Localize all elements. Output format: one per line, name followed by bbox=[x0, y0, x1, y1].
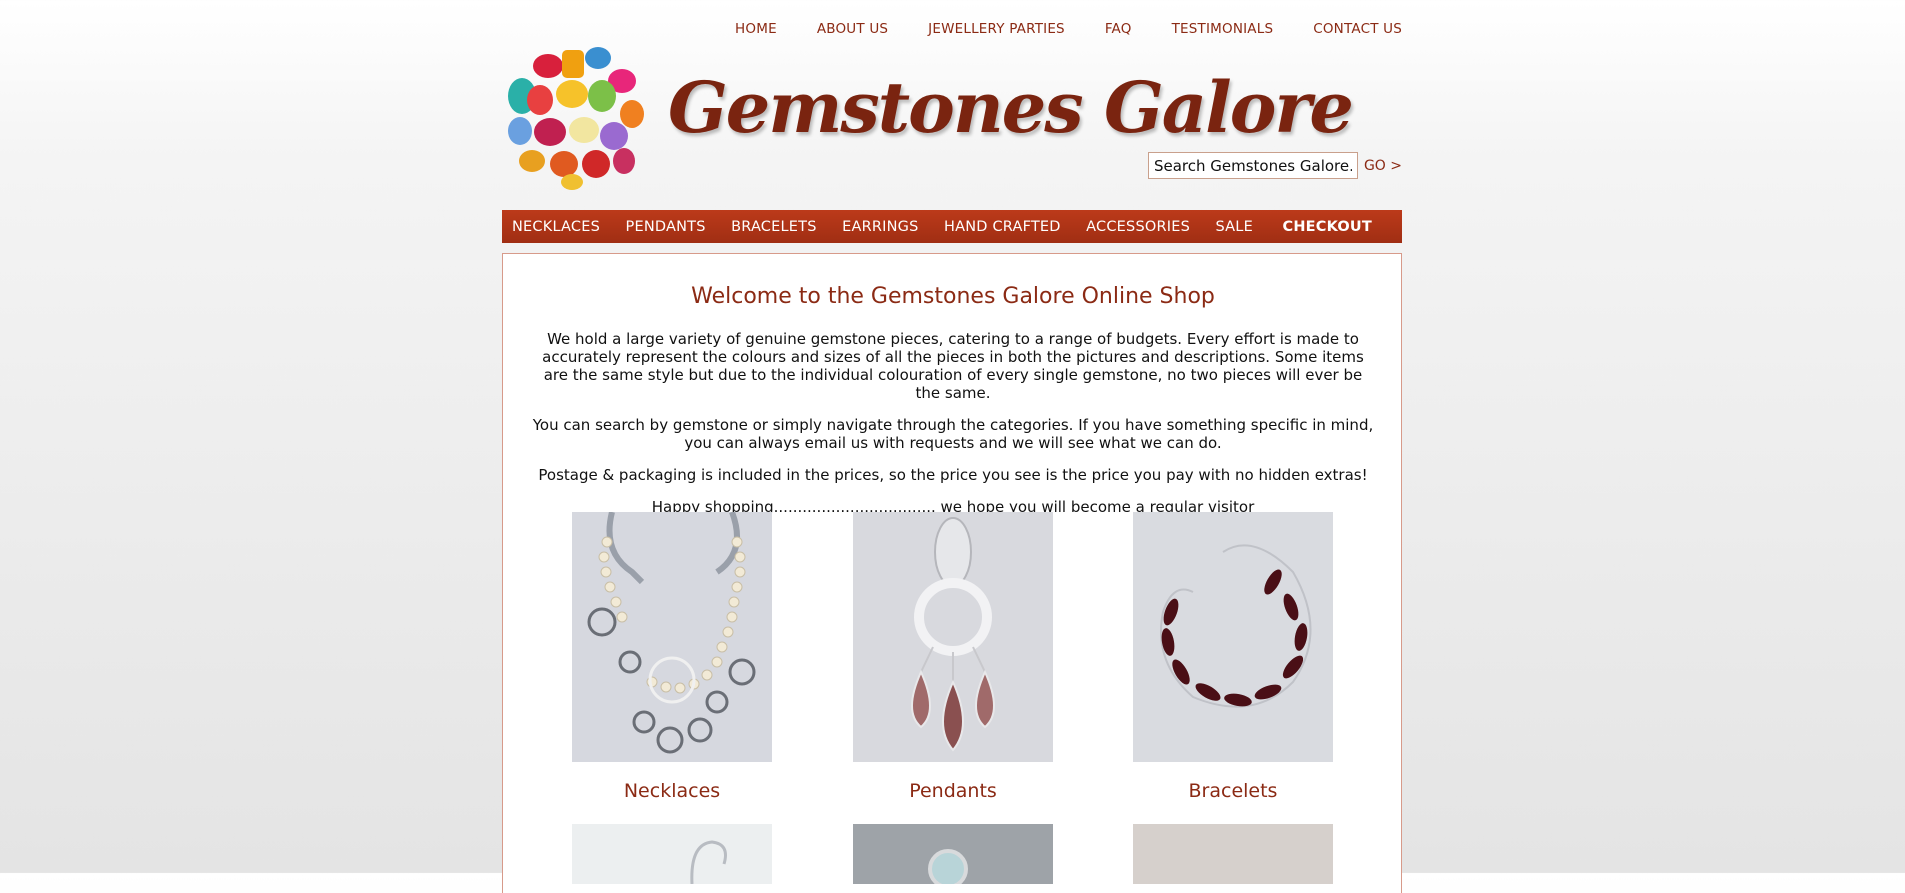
nav-faq[interactable]: FAQ bbox=[1105, 21, 1132, 37]
pendant-image[interactable] bbox=[853, 512, 1053, 762]
tile-caption[interactable]: Necklaces bbox=[572, 780, 772, 802]
gemstones-logo-image[interactable] bbox=[502, 36, 654, 193]
category-bar: NECKLACES PENDANTS BRACELETS EARRINGS HA… bbox=[502, 210, 1402, 243]
tile-caption[interactable]: Bracelets bbox=[1133, 780, 1333, 802]
tile-caption[interactable]: Pendants bbox=[853, 780, 1053, 802]
nav-home[interactable]: HOME bbox=[735, 21, 777, 37]
category-tile-pendants[interactable]: Pendants bbox=[853, 512, 1053, 802]
earring-image[interactable] bbox=[572, 824, 772, 885]
top-nav: HOME ABOUT US JEWELLERY PARTIES FAQ TEST… bbox=[735, 21, 1402, 37]
nav-testimonials[interactable]: TESTIMONIALS bbox=[1172, 21, 1274, 37]
intro-text: We hold a large variety of genuine gemst… bbox=[531, 330, 1375, 530]
nav-about-us[interactable]: ABOUT US bbox=[817, 21, 888, 37]
intro-paragraph: We hold a large variety of genuine gemst… bbox=[542, 330, 1364, 402]
category-tile-row2-1[interactable] bbox=[572, 824, 772, 888]
intro-paragraph: Postage & packaging is included in the p… bbox=[538, 466, 1368, 484]
category-pendants[interactable]: PENDANTS bbox=[626, 219, 706, 235]
necklace-image[interactable] bbox=[572, 510, 772, 762]
search-form: GO > bbox=[1147, 152, 1402, 179]
intro-paragraph: You can search by gemstone or simply nav… bbox=[532, 416, 1374, 452]
category-tile-bracelets[interactable]: Bracelets bbox=[1133, 512, 1333, 802]
page-wrapper: HOME ABOUT US JEWELLERY PARTIES FAQ TEST… bbox=[502, 0, 1402, 893]
welcome-title: Welcome to the Gemstones Galore Online S… bbox=[691, 284, 1215, 309]
nav-contact-us[interactable]: CONTACT US bbox=[1313, 21, 1402, 37]
nav-jewellery-parties[interactable]: JEWELLERY PARTIES bbox=[928, 21, 1065, 37]
gem-cluster-icon bbox=[508, 47, 644, 190]
category-earrings[interactable]: EARRINGS bbox=[842, 219, 918, 235]
category-bracelets[interactable]: BRACELETS bbox=[731, 219, 817, 235]
site-logo-text[interactable]: Gemstones Galore bbox=[668, 66, 1354, 149]
hand-crafted-image[interactable] bbox=[853, 824, 1053, 889]
category-tile-necklaces[interactable]: Necklaces bbox=[572, 510, 772, 802]
category-hand-crafted[interactable]: HAND CRAFTED bbox=[944, 219, 1061, 235]
search-go-button[interactable]: GO > bbox=[1364, 158, 1402, 174]
bracelet-image[interactable] bbox=[1133, 512, 1333, 762]
main-content: Welcome to the Gemstones Galore Online S… bbox=[502, 253, 1402, 893]
category-sale[interactable]: SALE bbox=[1216, 219, 1253, 235]
checkout-link[interactable]: CHECKOUT bbox=[1283, 219, 1373, 235]
category-accessories[interactable]: ACCESSORIES bbox=[1086, 219, 1190, 235]
category-tile-row2-3[interactable] bbox=[1133, 824, 1333, 888]
category-tile-row2-2[interactable] bbox=[853, 824, 1053, 889]
category-necklaces[interactable]: NECKLACES bbox=[512, 219, 600, 235]
accessories-image[interactable] bbox=[1133, 824, 1333, 884]
search-input[interactable] bbox=[1147, 152, 1358, 179]
